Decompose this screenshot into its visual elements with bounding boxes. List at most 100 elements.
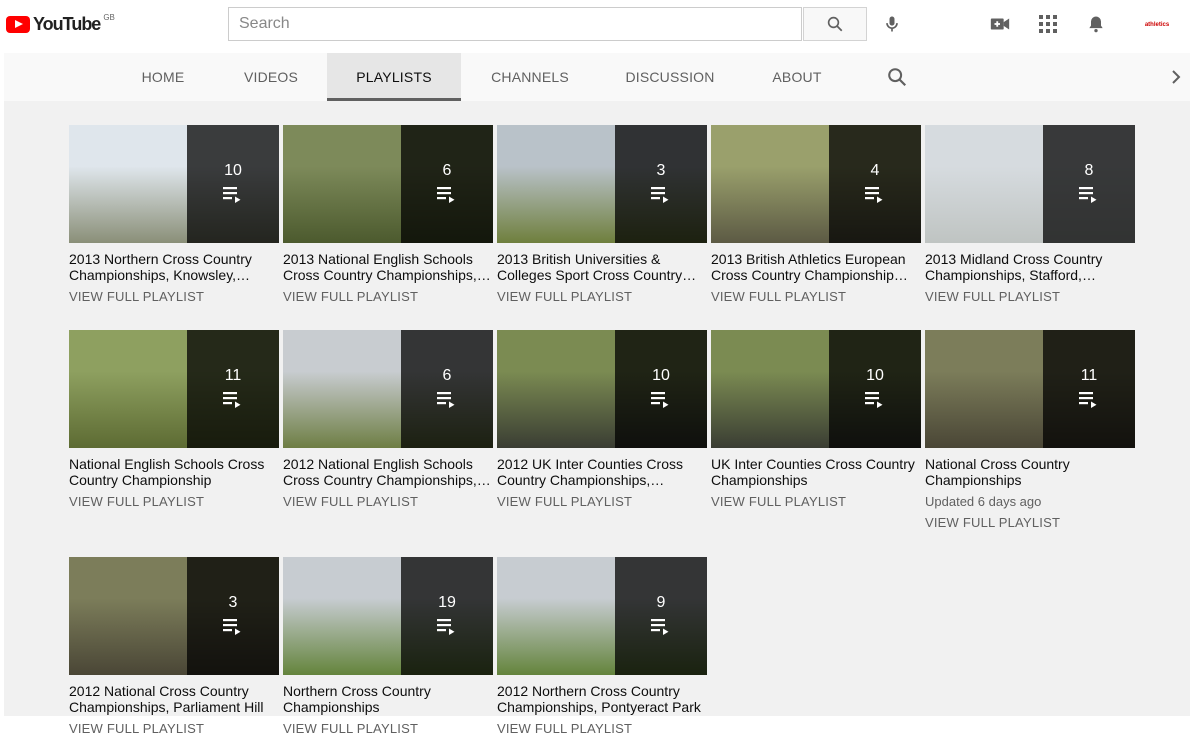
playlist-title[interactable]: 2013 National English Schools Cross Coun… [283,251,493,283]
video-count: 3 [228,594,238,611]
playlist-title[interactable]: 2012 Northern Cross Country Championship… [497,683,707,715]
video-camera-add-icon [990,18,1010,30]
tab-channels[interactable]: CHANNELS [480,53,580,101]
notifications-button[interactable] [1084,12,1108,36]
search-button[interactable] [803,7,867,41]
view-full-playlist-link[interactable]: VIEW FULL PLAYLIST [69,494,279,509]
playlist-thumbnail[interactable]: 10 [69,125,279,243]
playlist-thumbnail[interactable]: 10 [711,330,921,448]
masthead: YouTube GB athletics [0,0,1190,52]
playlist-card[interactable]: 4 2013 British Athletics European Cross … [711,125,921,304]
playlist-icon [223,187,241,203]
playlist-count-overlay: 11 [1043,330,1135,448]
video-count: 11 [224,367,242,384]
view-full-playlist-link[interactable]: VIEW FULL PLAYLIST [69,721,279,736]
search-box[interactable] [228,7,802,41]
playlist-count-overlay: 10 [187,125,279,243]
playlist-title[interactable]: 2012 National English Schools Cross Coun… [283,456,493,488]
video-count: 3 [656,162,666,179]
playlist-grid: 10 2013 Northern Cross Country Champions… [4,101,1190,736]
channel-search-icon[interactable] [886,66,908,88]
tab-home[interactable]: HOME [127,53,199,101]
tab-about[interactable]: ABOUT [760,53,834,101]
playlist-thumbnail[interactable]: 11 [69,330,279,448]
account-avatar[interactable]: athletics [1140,14,1174,36]
tab-playlists[interactable]: PLAYLISTS [327,53,461,101]
tab-discussion[interactable]: DISCUSSION [616,53,724,101]
playlist-icon [223,619,241,635]
playlist-title[interactable]: UK Inter Counties Cross Country Champion… [711,456,921,488]
playlist-count-overlay: 9 [615,557,707,675]
playlist-thumbnail[interactable]: 3 [497,125,707,243]
playlist-count-overlay: 6 [401,330,493,448]
playlist-title[interactable]: Northern Cross Country Championships [283,683,493,715]
playlist-card[interactable]: 10 2013 Northern Cross Country Champions… [69,125,279,304]
playlist-title[interactable]: 2013 Northern Cross Country Championship… [69,251,279,283]
playlist-count-overlay: 10 [615,330,707,448]
playlist-title[interactable]: 2013 British Athletics European Cross Co… [711,251,921,283]
playlist-icon [651,187,669,203]
playlist-count-overlay: 11 [187,330,279,448]
playlist-title[interactable]: 2012 National Cross Country Championship… [69,683,279,715]
playlist-icon [437,619,455,635]
playlist-card[interactable]: 9 2012 Northern Cross Country Championsh… [497,557,707,736]
youtube-logo[interactable]: YouTube GB [6,13,115,35]
video-count: 6 [442,367,452,384]
playlist-card[interactable]: 6 2013 National English Schools Cross Co… [283,125,493,304]
view-full-playlist-link[interactable]: VIEW FULL PLAYLIST [925,515,1135,530]
playlist-thumbnail[interactable]: 4 [711,125,921,243]
playlist-card[interactable]: 6 2012 National English Schools Cross Co… [283,330,493,509]
chevron-right-icon[interactable] [1168,67,1184,87]
playlist-icon [651,619,669,635]
tab-videos[interactable]: VIDEOS [230,53,312,101]
apps-button[interactable] [1036,12,1060,36]
view-full-playlist-link[interactable]: VIEW FULL PLAYLIST [497,289,707,304]
voice-search-button[interactable] [880,12,904,36]
playlist-thumbnail[interactable]: 19 [283,557,493,675]
playlist-thumbnail[interactable]: 6 [283,330,493,448]
playlist-thumbnail[interactable]: 11 [925,330,1135,448]
playlist-count-overlay: 19 [401,557,493,675]
view-full-playlist-link[interactable]: VIEW FULL PLAYLIST [283,494,493,509]
video-count: 6 [442,162,452,179]
video-count: 19 [438,594,456,611]
playlist-icon [865,392,883,408]
playlist-title[interactable]: 2012 UK Inter Counties Cross Country Cha… [497,456,707,488]
view-full-playlist-link[interactable]: VIEW FULL PLAYLIST [497,721,707,736]
view-full-playlist-link[interactable]: VIEW FULL PLAYLIST [711,494,921,509]
playlist-card[interactable]: 19 Northern Cross Country Championships … [283,557,493,736]
create-video-button[interactable] [988,12,1012,36]
playlist-card[interactable]: 10 UK Inter Counties Cross Country Champ… [711,330,921,509]
playlist-title[interactable]: National Cross Country Championships [925,456,1135,488]
search-input[interactable] [229,8,801,40]
playlist-title[interactable]: 2013 Midland Cross Country Championships… [925,251,1135,283]
playlist-thumbnail[interactable]: 9 [497,557,707,675]
view-full-playlist-link[interactable]: VIEW FULL PLAYLIST [925,289,1135,304]
view-full-playlist-link[interactable]: VIEW FULL PLAYLIST [711,289,921,304]
playlist-card[interactable]: 3 2012 National Cross Country Championsh… [69,557,279,736]
view-full-playlist-link[interactable]: VIEW FULL PLAYLIST [283,289,493,304]
video-count: 11 [1080,367,1098,384]
view-full-playlist-link[interactable]: VIEW FULL PLAYLIST [497,494,707,509]
playlist-card[interactable]: 11 National English Schools Cross Countr… [69,330,279,509]
playlist-card[interactable]: 8 2013 Midland Cross Country Championshi… [925,125,1135,304]
playlist-icon [437,187,455,203]
playlist-thumbnail[interactable]: 8 [925,125,1135,243]
view-full-playlist-link[interactable]: VIEW FULL PLAYLIST [283,721,493,736]
video-count: 10 [224,162,242,179]
brand-name: YouTube [33,14,101,34]
playlist-card[interactable]: 11 National Cross Country Championships … [925,330,1135,530]
playlist-icon [223,392,241,408]
playlist-icon [651,392,669,408]
playlist-thumbnail[interactable]: 6 [283,125,493,243]
channel-tabs: HOME VIDEOS PLAYLISTS CHANNELS DISCUSSIO… [4,53,1190,101]
bell-icon [1089,16,1103,33]
playlist-title[interactable]: 2013 British Universities & Colleges Spo… [497,251,707,283]
playlist-title[interactable]: National English Schools Cross Country C… [69,456,279,488]
playlist-card[interactable]: 3 2013 British Universities & Colleges S… [497,125,707,304]
playlist-card[interactable]: 10 2012 UK Inter Counties Cross Country … [497,330,707,509]
playlist-thumbnail[interactable]: 10 [497,330,707,448]
playlist-icon [1079,392,1097,408]
view-full-playlist-link[interactable]: VIEW FULL PLAYLIST [69,289,279,304]
playlist-thumbnail[interactable]: 3 [69,557,279,675]
